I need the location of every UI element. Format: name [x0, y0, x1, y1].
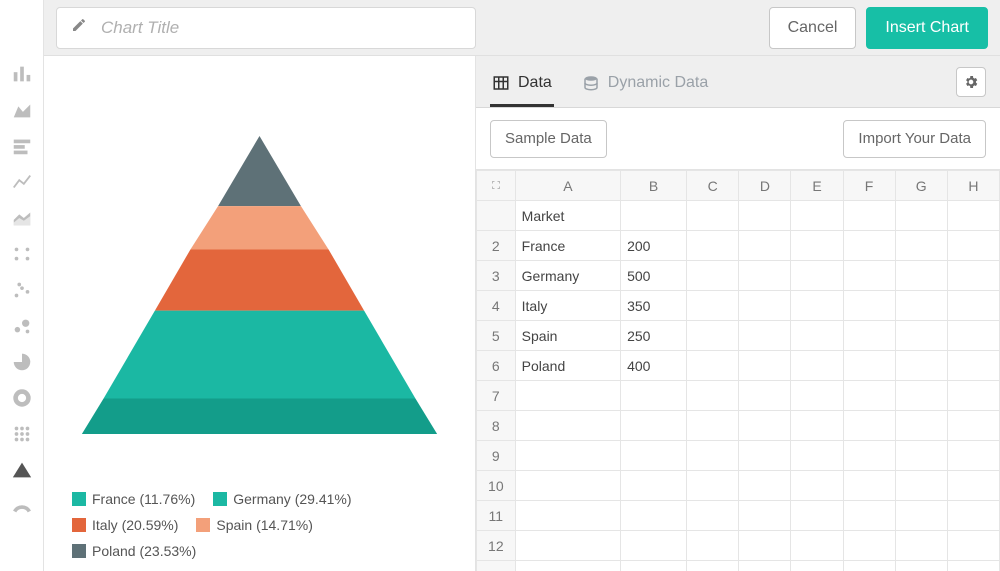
row-header[interactable]: 13	[477, 561, 516, 571]
col-header[interactable]: D	[739, 171, 791, 201]
row-header[interactable]: 11	[477, 501, 516, 531]
col-header[interactable]: A	[515, 171, 620, 201]
legend-item: Germany (29.41%)	[213, 491, 351, 507]
bubble-icon[interactable]	[8, 312, 36, 340]
data-tools: Sample Data Import Your Data	[476, 108, 1000, 170]
row-header[interactable]	[477, 201, 516, 231]
top-bar: Cancel Insert Chart	[44, 0, 1000, 56]
col-header[interactable]: H	[947, 171, 999, 201]
row-header[interactable]: 6	[477, 351, 516, 381]
chart-legend: France (11.76%) Germany (29.41%) Italy (…	[72, 485, 447, 563]
chart-title-box[interactable]	[56, 7, 476, 49]
bar-chart-icon[interactable]	[8, 60, 36, 88]
pencil-icon	[71, 17, 87, 38]
chart-title-input[interactable]	[101, 18, 461, 38]
row-header[interactable]: 3	[477, 261, 516, 291]
row-header[interactable]: 9	[477, 441, 516, 471]
tab-data[interactable]: Data	[490, 62, 554, 107]
donut-icon[interactable]	[8, 384, 36, 412]
dumbbell-icon[interactable]	[8, 240, 36, 268]
cell[interactable]: 200	[621, 231, 687, 261]
chart-type-rail	[0, 0, 44, 571]
insert-chart-button[interactable]: Insert Chart	[866, 7, 988, 49]
legend-item: Spain (14.71%)	[196, 517, 313, 533]
cell[interactable]: Italy	[515, 291, 620, 321]
cell[interactable]: 350	[621, 291, 687, 321]
pie-icon[interactable]	[8, 348, 36, 376]
legend-item: France (11.76%)	[72, 491, 195, 507]
cell[interactable]: Poland	[515, 351, 620, 381]
cell[interactable]: 250	[621, 321, 687, 351]
row-header[interactable]: 7	[477, 381, 516, 411]
cell[interactable]: 400	[621, 351, 687, 381]
line-chart-icon[interactable]	[8, 168, 36, 196]
stacked-bar-icon[interactable]	[8, 132, 36, 160]
row-header[interactable]: 5	[477, 321, 516, 351]
import-data-button[interactable]: Import Your Data	[843, 120, 986, 158]
cell[interactable]: 500	[621, 261, 687, 291]
row-header[interactable]: 8	[477, 411, 516, 441]
sample-data-button[interactable]: Sample Data	[490, 120, 607, 158]
cell[interactable]: Market	[515, 201, 620, 231]
settings-button[interactable]	[956, 67, 986, 97]
pyramid-chart	[72, 86, 447, 485]
col-header[interactable]: G	[895, 171, 947, 201]
data-tab-bar: Data Dynamic Data	[476, 56, 1000, 108]
col-header[interactable]: C	[687, 171, 739, 201]
cell[interactable]: France	[515, 231, 620, 261]
cell[interactable]	[621, 201, 687, 231]
cell[interactable]: Spain	[515, 321, 620, 351]
col-header[interactable]: F	[843, 171, 895, 201]
row-header[interactable]: 12	[477, 531, 516, 561]
stacked-area-icon[interactable]	[8, 204, 36, 232]
row-header[interactable]: 2	[477, 231, 516, 261]
row-header[interactable]: 4	[477, 291, 516, 321]
legend-item: Italy (20.59%)	[72, 517, 178, 533]
scatter-icon[interactable]	[8, 276, 36, 304]
chart-preview-panel: France (11.76%) Germany (29.41%) Italy (…	[44, 56, 476, 571]
cell[interactable]: Germany	[515, 261, 620, 291]
tab-dynamic-data[interactable]: Dynamic Data	[580, 62, 710, 107]
pyramid-icon[interactable]	[8, 456, 36, 484]
col-header[interactable]: B	[621, 171, 687, 201]
col-header[interactable]: E	[791, 171, 843, 201]
legend-item: Poland (23.53%)	[72, 543, 196, 559]
select-all-corner[interactable]	[477, 171, 516, 201]
matrix-icon[interactable]	[8, 420, 36, 448]
row-header[interactable]: 10	[477, 471, 516, 501]
data-panel: Data Dynamic Data Sample Data Import You…	[476, 56, 1000, 571]
cancel-button[interactable]: Cancel	[769, 7, 857, 49]
spreadsheet[interactable]: A B C D E F G H Market 2France200 3Germa…	[476, 170, 1000, 571]
gauge-icon[interactable]	[8, 492, 36, 520]
area-chart-icon[interactable]	[8, 96, 36, 124]
